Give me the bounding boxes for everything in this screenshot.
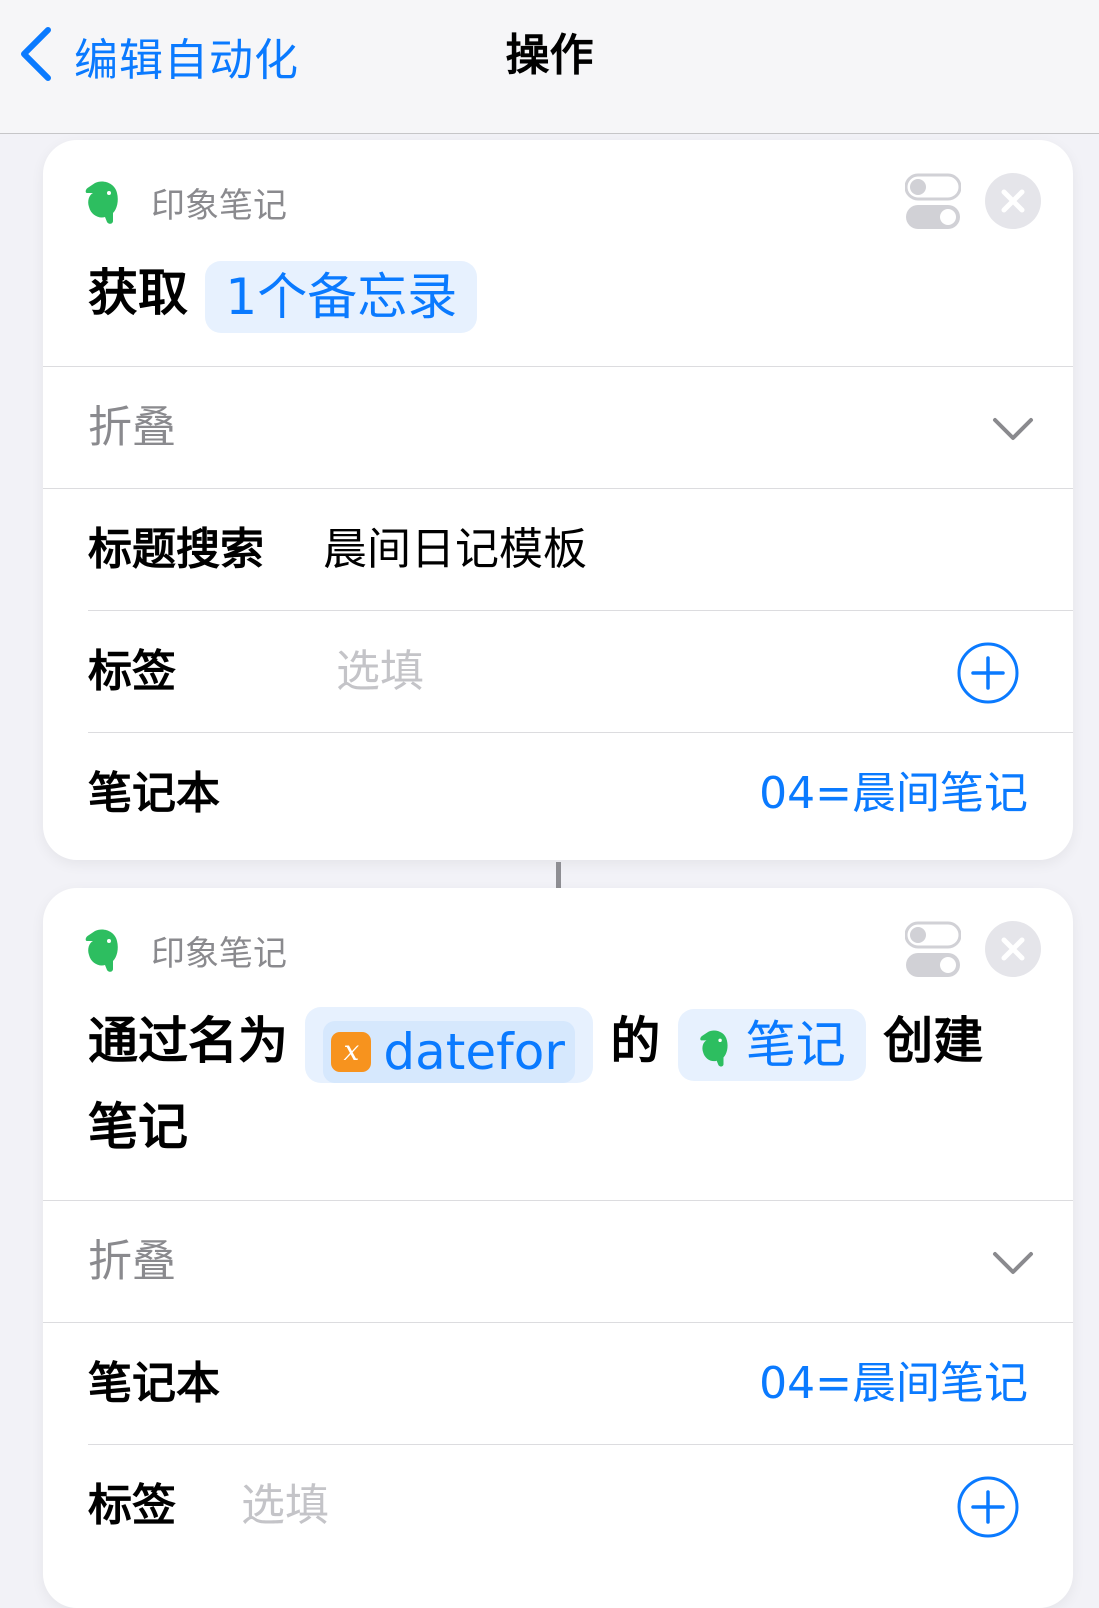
notebook-label: 笔记本 [88, 1358, 220, 1409]
variable-icon: x [331, 1031, 372, 1072]
notebook-label: 笔记本 [88, 768, 220, 819]
action-app-header: 印象笔记 [83, 926, 287, 974]
collapse-label: 折叠 [88, 1236, 176, 1287]
action-connector [556, 862, 561, 890]
divider [88, 732, 1073, 733]
divider [88, 1444, 1073, 1445]
notebook-row[interactable]: 笔记本 04=晨间笔记 [43, 734, 1073, 854]
tags-input[interactable]: 选填 [241, 1446, 329, 1566]
action-app-name: 印象笔记 [151, 185, 287, 226]
remove-action-button[interactable] [985, 921, 1041, 977]
action-app-name: 印象笔记 [151, 933, 287, 974]
divider [43, 1200, 1073, 1201]
notebook-row[interactable]: 笔记本 04=晨间笔记 [43, 1324, 1073, 1444]
toggle-icon[interactable] [904, 173, 962, 231]
action-card-create-note: 印象笔记 通过名为 x datefor 的 笔记 创建笔记 折叠 笔记本 04=晨… [43, 888, 1073, 1608]
divider [88, 610, 1073, 611]
evernote-elephant-icon [698, 1016, 746, 1074]
toggle-icon[interactable] [904, 921, 962, 979]
navigation-bar: 编辑自动化 操作 [0, 0, 1099, 134]
remove-action-button[interactable] [985, 173, 1041, 229]
divider [43, 366, 1073, 367]
tags-row: 标签 选填 [43, 1446, 1073, 1566]
note-parameter-token[interactable]: 笔记 [677, 1008, 866, 1081]
action-text-middle: 的 [610, 1012, 661, 1070]
title-search-row[interactable]: 标题搜索 晨间日记模板 [43, 490, 1073, 610]
add-tag-button[interactable] [957, 642, 1019, 704]
chevron-down-icon [993, 418, 1033, 440]
divider [43, 1322, 1073, 1323]
variable-name: datefor [383, 1022, 565, 1081]
title-search-value[interactable]: 晨间日记模板 [323, 490, 587, 610]
action-card-get-notes: 印象笔记 获取 1个备忘录 折叠 标题搜索 晨间日记模板 标签 选填 笔记本 0… [43, 140, 1073, 860]
collapse-row[interactable]: 折叠 [43, 1202, 1073, 1322]
note-token-label: 笔记 [745, 1015, 846, 1074]
tags-label: 标签 [88, 646, 176, 697]
add-tag-button[interactable] [957, 1476, 1019, 1538]
tags-input[interactable]: 选填 [336, 612, 424, 732]
tags-label: 标签 [88, 1480, 176, 1531]
title-search-label: 标题搜索 [88, 524, 264, 575]
action-summary: 获取 1个备忘录 [88, 250, 478, 336]
action-text-before: 通过名为 [88, 1012, 288, 1070]
variable-token[interactable]: x datefor [305, 1006, 593, 1083]
evernote-elephant-icon [83, 179, 123, 225]
page-title: 操作 [505, 30, 594, 81]
collapse-row[interactable]: 折叠 [43, 368, 1073, 488]
notebook-value[interactable]: 04=晨间笔记 [759, 1324, 1028, 1444]
action-app-header: 印象笔记 [83, 178, 287, 226]
action-verb: 获取 [88, 264, 188, 322]
chevron-down-icon [993, 1252, 1033, 1274]
action-summary: 通过名为 x datefor 的 笔记 创建笔记 [88, 998, 1028, 1170]
divider [43, 488, 1073, 489]
evernote-elephant-icon [83, 927, 123, 973]
tags-row: 标签 选填 [43, 612, 1073, 732]
count-parameter-token[interactable]: 1个备忘录 [205, 260, 478, 333]
notebook-value[interactable]: 04=晨间笔记 [759, 734, 1028, 854]
collapse-label: 折叠 [88, 402, 176, 453]
